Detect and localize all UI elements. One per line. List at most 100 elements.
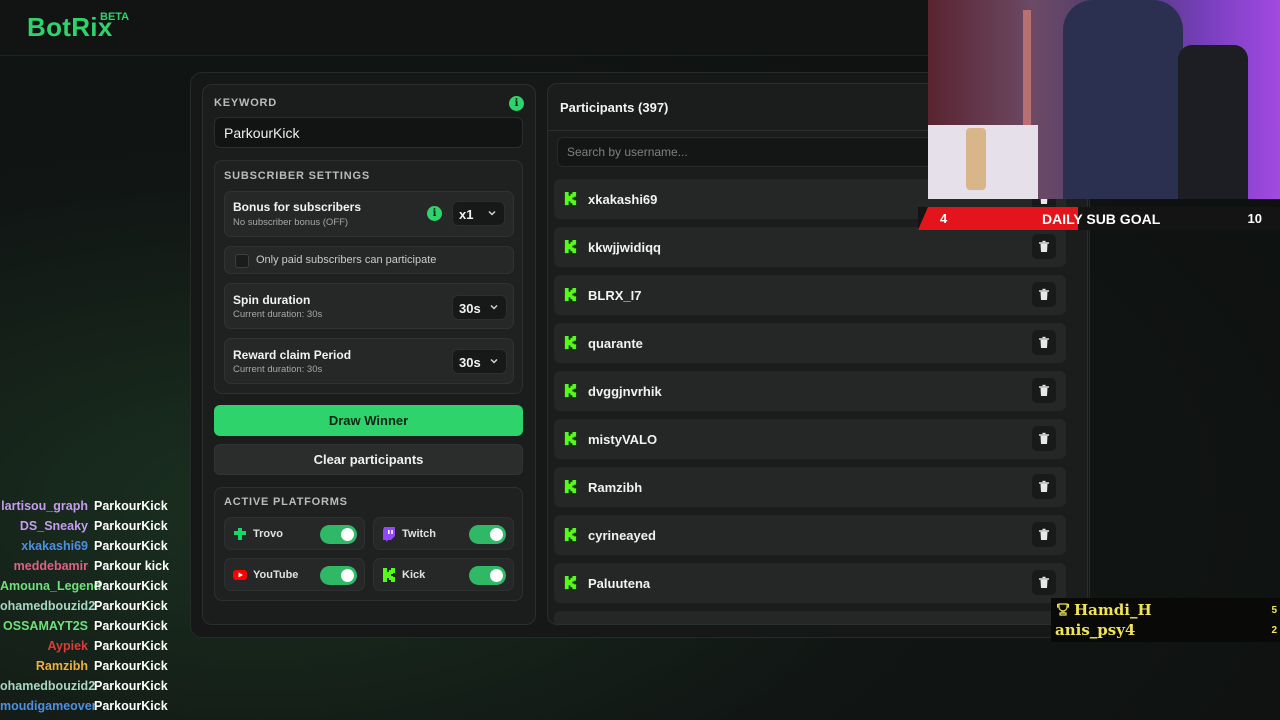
chat-username: OSSAMAYT2S [3, 619, 88, 633]
platform-label: Twitch [402, 528, 437, 540]
trash-icon [1039, 288, 1049, 300]
platform-label: Trovo [253, 528, 283, 540]
remove-participant-button[interactable] [1032, 522, 1056, 547]
kick-icon [564, 623, 577, 624]
participant-row: kkwjjwidiqq [554, 227, 1066, 267]
chat-text: ParkourKick [94, 619, 168, 633]
participant-username: kkwjjwidiqq [588, 240, 661, 255]
leaderboard-name: anis_psy4 [1055, 621, 1136, 639]
youtube-toggle[interactable] [320, 566, 357, 585]
only-paid-checkbox[interactable] [235, 254, 249, 268]
chevron-down-icon [490, 358, 498, 364]
webcam-lamp [1023, 10, 1031, 140]
sub-goal-bar: 4 DAILY SUB GOAL 10 [918, 207, 1280, 230]
participant-username: quarante [588, 336, 643, 351]
remove-participant-button[interactable] [1032, 234, 1056, 259]
chat-message: DS_Sneaky ParkourKick [0, 519, 180, 537]
only-paid-row[interactable]: Only paid subscribers can participate [224, 246, 514, 274]
bonus-subtitle: No subscriber bonus (OFF) [233, 217, 349, 228]
participant-row: Paluutena [554, 563, 1066, 603]
platform-kick: Kick [373, 558, 514, 591]
participant-row: dvggjnvrhik [554, 371, 1066, 411]
participant-username: dvggjnvrhik [588, 384, 662, 399]
kick-icon [564, 575, 577, 590]
kick-icon [564, 287, 577, 302]
participant-row: mistyVALO [554, 419, 1066, 459]
participant-row: BLRX_I7 [554, 275, 1066, 315]
participant-username: Paluutena [588, 576, 651, 591]
bonus-multiplier-select[interactable]: x1 [452, 201, 505, 226]
remove-participant-button[interactable] [1032, 474, 1056, 499]
spin-duration-select[interactable]: 30s [452, 295, 507, 320]
bonus-setting-row: Bonus for subscribers No subscriber bonu… [224, 191, 514, 237]
chat-message: Aypiek ParkourKick [0, 639, 180, 657]
twitch-icon [383, 527, 395, 542]
participant-username: Ramzibh [588, 480, 643, 495]
kick-icon [564, 479, 577, 494]
participant-row: quarante [554, 323, 1066, 363]
participant-username: BLRX_I7 [588, 288, 642, 303]
trash-icon [1039, 480, 1049, 492]
reward-claim-title: Reward claim Period [233, 348, 352, 362]
chat-text: ParkourKick [94, 539, 168, 553]
trash-icon [1039, 432, 1049, 444]
webcam-overlay [928, 0, 1280, 199]
chat-text: ParkourKick [94, 579, 168, 593]
chat-username: moudigameover [0, 699, 97, 713]
remove-participant-button[interactable] [1032, 330, 1056, 355]
participant-row: cyrineayed [554, 515, 1066, 555]
bonus-info-icon[interactable]: i [427, 206, 442, 221]
chat-text: ParkourKick [94, 519, 168, 533]
chat-text: ParkourKick [94, 679, 168, 693]
reward-claim-select[interactable]: 30s [452, 349, 507, 374]
chat-message: moudigameover ParkourKick [0, 699, 180, 717]
reward-claim-value: 30s [459, 355, 481, 370]
spin-duration-subtitle: Current duration: 30s [233, 309, 323, 320]
remove-participant-button[interactable] [1032, 282, 1056, 307]
twitch-toggle[interactable] [469, 525, 506, 544]
chat-username: xkakashi69 [21, 539, 88, 553]
platform-twitch: Twitch [373, 517, 514, 550]
chat-message: ohamedbouzid2 ParkourKick [0, 679, 180, 697]
platform-youtube: YouTube [224, 558, 365, 591]
kick-icon [564, 191, 577, 206]
chat-username: ohamedbouzid2 [0, 599, 96, 613]
leaderboard-name: Hamdi_H [1074, 601, 1152, 619]
remove-participant-button[interactable] [1032, 378, 1056, 403]
chat-username: DS_Sneaky [19, 519, 88, 533]
keyword-input[interactable] [214, 117, 523, 148]
remove-participant-button[interactable] [1032, 426, 1056, 451]
bonus-multiplier-value: x1 [459, 207, 474, 222]
youtube-icon [233, 570, 247, 580]
participant-username: xkakashi69 [588, 192, 658, 207]
beta-badge: BETA [100, 11, 130, 23]
chat-message: OSSAMAYT2S ParkourKick [0, 619, 180, 637]
platform-label: YouTube [253, 569, 299, 581]
active-platforms-label: ACTIVE PLATFORMS [224, 496, 348, 508]
clear-participants-button[interactable]: Clear participants [214, 444, 523, 475]
leaderboard-count: 2 [1271, 625, 1277, 636]
participant-search-input[interactable] [557, 137, 937, 167]
trash-icon [1039, 240, 1049, 252]
kick-toggle[interactable] [469, 566, 506, 585]
participant-username: mistyVALO [588, 432, 658, 447]
trash-icon [1039, 576, 1049, 588]
kick-icon [564, 431, 577, 446]
kick-icon [383, 568, 395, 582]
chat-text: Parkour kick [94, 559, 170, 573]
kick-icon [564, 239, 577, 254]
keyword-label: KEYWORD [214, 97, 278, 109]
info-icon[interactable]: i [509, 96, 524, 111]
trovo-toggle[interactable] [320, 525, 357, 544]
remove-participant-button[interactable] [1032, 570, 1056, 595]
sub-goal-label: DAILY SUB GOAL [1042, 211, 1161, 227]
kick-icon [564, 383, 577, 398]
trash-icon [1039, 528, 1049, 540]
chevron-down-icon [488, 210, 496, 216]
only-paid-label: Only paid subscribers can participate [256, 254, 437, 266]
trash-icon [1039, 336, 1049, 348]
bonus-title: Bonus for subscribers [233, 200, 362, 214]
draw-winner-button[interactable]: Draw Winner [214, 405, 523, 436]
webcam-gaming-chair [1178, 45, 1248, 199]
kick-icon [564, 527, 577, 542]
